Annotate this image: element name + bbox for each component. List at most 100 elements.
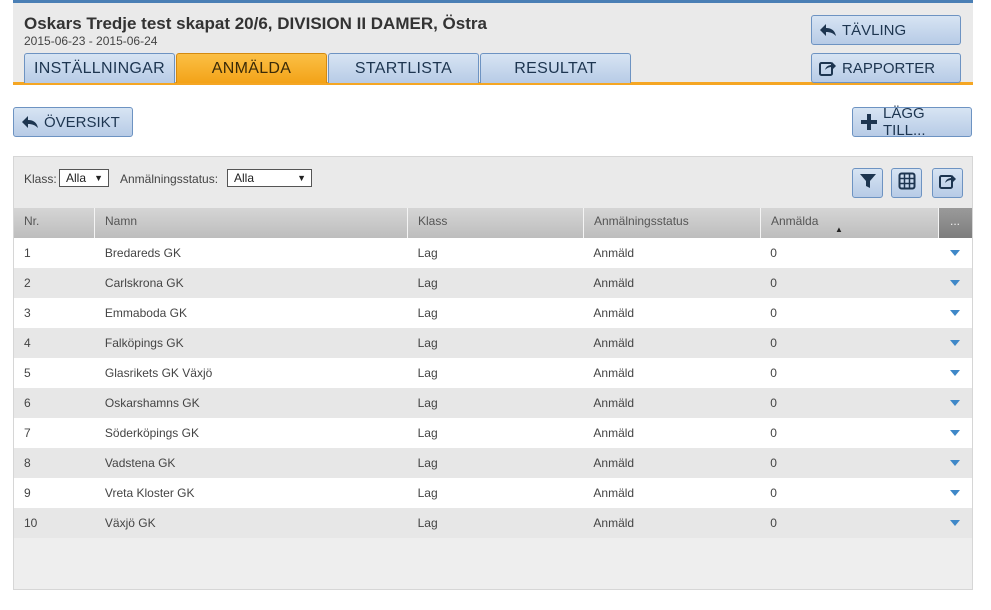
cell-anmalda: 0: [770, 486, 777, 500]
filter-icon: [859, 172, 877, 195]
row-menu-button[interactable]: [938, 238, 972, 268]
export-icon: [818, 58, 838, 78]
cell-klass: Lag: [417, 306, 438, 320]
tavling-label: TÄVLING: [842, 21, 907, 39]
klass-filter-select[interactable]: Alla ▼: [59, 169, 109, 187]
dropdown-triangle-icon: [950, 310, 961, 316]
cell-anmalningsstatus: Anmäld: [593, 246, 635, 260]
cell-namn: Vadstena GK: [104, 456, 176, 470]
cell-namn: Emmaboda GK: [104, 306, 187, 320]
cell-nr: 5: [24, 366, 31, 380]
row-menu-button[interactable]: [938, 478, 972, 508]
row-menu-button[interactable]: [938, 268, 972, 298]
dropdown-triangle-icon: [950, 460, 961, 466]
grid-header: Nr. Namn Klass Anmälningsstatus Anmälda …: [14, 208, 972, 238]
column-header-klass[interactable]: Klass: [408, 208, 584, 238]
cell-klass: Lag: [417, 396, 438, 410]
dropdown-triangle-icon: [950, 490, 961, 496]
table-row[interactable]: 2 Carlskrona GK Lag Anmäld 0: [14, 268, 972, 298]
tavling-button[interactable]: TÄVLING: [811, 15, 961, 45]
cell-anmalda: 0: [770, 396, 777, 410]
row-menu-button[interactable]: [938, 358, 972, 388]
cell-anmalda: 0: [770, 306, 777, 320]
cell-nr: 10: [24, 516, 38, 530]
table-row[interactable]: 1 Bredareds GK Lag Anmäld 0: [14, 238, 972, 268]
cell-namn: Glasrikets GK Växjö: [104, 366, 213, 380]
cell-klass: Lag: [417, 366, 438, 380]
competition-dates: 2015-06-23 - 2015-06-24: [24, 34, 158, 48]
dropdown-triangle-icon: [950, 340, 961, 346]
tab-anmalda[interactable]: ANMÄLDA: [176, 53, 327, 83]
table-row[interactable]: 7 Söderköpings GK Lag Anmäld 0: [14, 418, 972, 448]
table-row[interactable]: 6 Oskarshamns GK Lag Anmäld 0: [14, 388, 972, 418]
rapporter-button[interactable]: RAPPORTER: [811, 53, 961, 83]
column-header-anmalningsstatus[interactable]: Anmälningsstatus: [584, 208, 761, 238]
table-row[interactable]: 5 Glasrikets GK Växjö Lag Anmäld 0: [14, 358, 972, 388]
dropdown-triangle-icon: [950, 430, 961, 436]
back-arrow-icon: [20, 112, 40, 132]
sort-ascending-icon: ▲: [835, 225, 843, 234]
column-header-namn[interactable]: Namn: [95, 208, 408, 238]
column-header-anmalda[interactable]: Anmälda ▲: [761, 208, 939, 238]
cell-anmalda: 0: [770, 336, 777, 350]
cell-namn: Växjö GK: [104, 516, 156, 530]
lagg-till-label: LÄGG TILL...: [882, 105, 926, 139]
cell-anmalda: 0: [770, 516, 777, 530]
table-row[interactable]: 10 Växjö GK Lag Anmäld 0: [14, 508, 972, 538]
table-row[interactable]: 3 Emmaboda GK Lag Anmäld 0: [14, 298, 972, 328]
tab-bar: INSTÄLLNINGAR ANMÄLDA STARTLISTA RESULTA…: [24, 53, 632, 83]
klass-filter-label: Klass:: [24, 172, 57, 186]
tab-resultat[interactable]: RESULTAT: [480, 53, 631, 83]
row-menu-button[interactable]: [938, 328, 972, 358]
columns-button[interactable]: [891, 168, 922, 198]
lagg-till-button[interactable]: LÄGG TILL...: [852, 105, 972, 139]
filter-button[interactable]: [852, 168, 883, 198]
cell-namn: Vreta Kloster GK: [104, 486, 195, 500]
status-filter-select[interactable]: Alla ▼: [227, 169, 312, 187]
export-button[interactable]: [932, 168, 963, 198]
status-filter-value: Alla: [234, 171, 255, 185]
cell-anmalningsstatus: Anmäld: [593, 366, 635, 380]
klass-filter-value: Alla: [66, 171, 87, 185]
oversikt-label: ÖVERSIKT: [44, 113, 120, 131]
row-menu-button[interactable]: [938, 508, 972, 538]
cell-namn: Carlskrona GK: [104, 276, 184, 290]
cell-klass: Lag: [417, 426, 438, 440]
cell-anmalningsstatus: Anmäld: [593, 456, 635, 470]
cell-nr: 2: [24, 276, 31, 290]
row-menu-button[interactable]: [938, 448, 972, 478]
cell-nr: 6: [24, 396, 31, 410]
cell-klass: Lag: [417, 276, 438, 290]
cell-namn: Bredareds GK: [104, 246, 181, 260]
cell-anmalda: 0: [770, 276, 777, 290]
cell-anmalda: 0: [770, 426, 777, 440]
cell-nr: 3: [24, 306, 31, 320]
column-header-nr[interactable]: Nr.: [14, 208, 95, 238]
cell-nr: 9: [24, 486, 31, 500]
tab-startlista[interactable]: STARTLISTA: [328, 53, 479, 83]
column-menu[interactable]: ...: [939, 208, 972, 238]
cell-anmalningsstatus: Anmäld: [593, 396, 635, 410]
dropdown-triangle-icon: [950, 250, 961, 256]
cell-namn: Söderköpings GK: [104, 426, 199, 440]
table-row[interactable]: 8 Vadstena GK Lag Anmäld 0: [14, 448, 972, 478]
page-title: Oskars Tredje test skapat 20/6, DIVISION…: [24, 14, 487, 33]
filter-toolbar: Klass: Alla ▼ Anmälningsstatus: Alla ▼: [13, 156, 973, 209]
cell-klass: Lag: [417, 486, 438, 500]
cell-namn: Falköpings GK: [104, 336, 184, 350]
dropdown-triangle-icon: [950, 400, 961, 406]
cell-anmalda: 0: [770, 456, 777, 470]
row-menu-button[interactable]: [938, 388, 972, 418]
row-menu-button[interactable]: [938, 418, 972, 448]
oversikt-button[interactable]: ÖVERSIKT: [13, 107, 133, 137]
table-row[interactable]: 9 Vreta Kloster GK Lag Anmäld 0: [14, 478, 972, 508]
table-row[interactable]: 4 Falköpings GK Lag Anmäld 0: [14, 328, 972, 358]
cell-anmalningsstatus: Anmäld: [593, 306, 635, 320]
select-arrow-icon: ▼: [94, 173, 103, 183]
column-header-anmalda-label: Anmälda: [771, 214, 819, 228]
cell-anmalningsstatus: Anmäld: [593, 276, 635, 290]
row-menu-button[interactable]: [938, 298, 972, 328]
cell-anmalda: 0: [770, 246, 777, 260]
tab-installningar[interactable]: INSTÄLLNINGAR: [24, 53, 175, 83]
competition-header: Oskars Tredje test skapat 20/6, DIVISION…: [13, 3, 973, 85]
